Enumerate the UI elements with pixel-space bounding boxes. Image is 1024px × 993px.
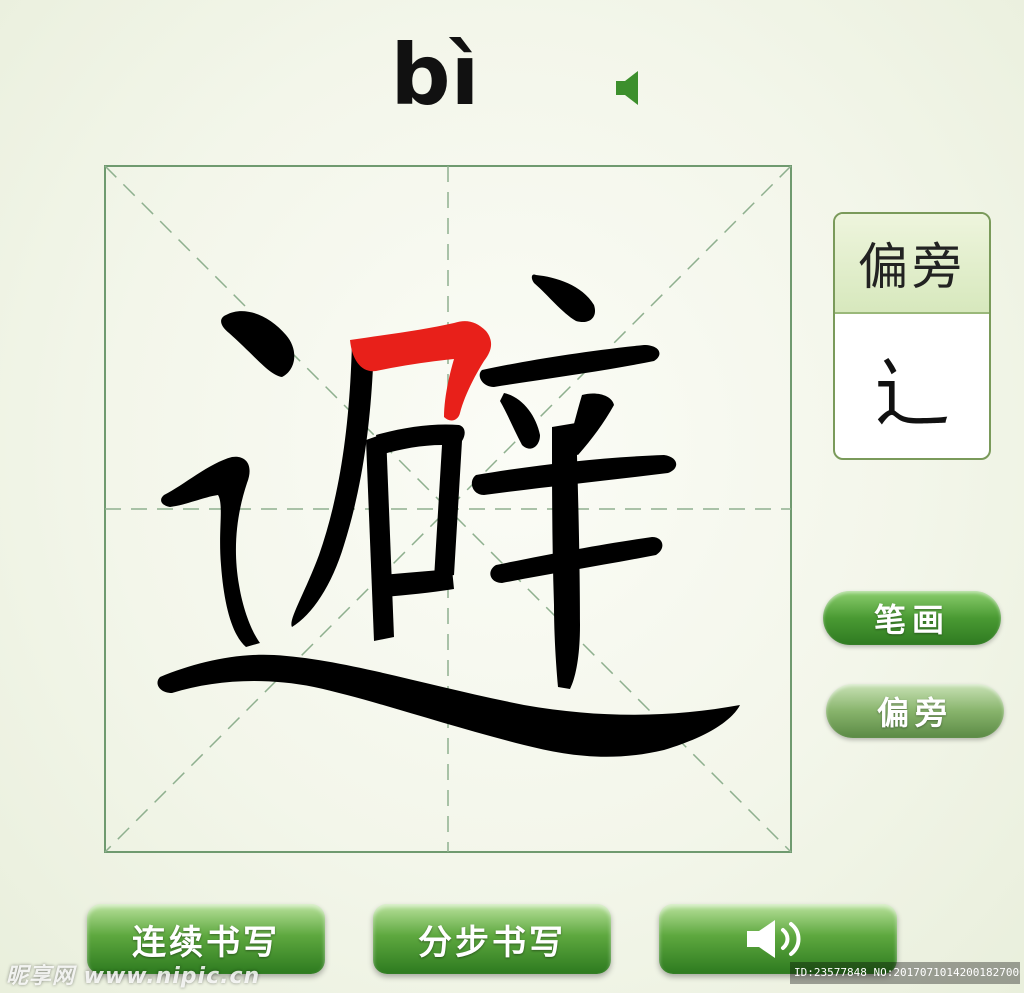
radical-glyph-text: 辶 [874,349,950,438]
step-writing-button[interactable]: 分步书写 [373,904,611,974]
radical-button[interactable]: 偏旁 [826,684,1004,738]
pinyin-label: bì [390,26,480,124]
radical-panel: 偏旁 辶 [833,212,991,460]
writing-grid [104,165,792,853]
speaker-sound-icon [747,920,801,958]
watermark-site: 昵享网 www.nipic.cn [6,964,261,989]
strokes-button[interactable]: 笔画 [823,591,1001,645]
highlighted-stroke [350,321,492,421]
watermark-id: ID:23577848 NO:20170710142001827000 [790,962,1020,984]
radical-panel-title: 偏旁 [835,214,989,314]
pronounce-speaker-button[interactable] [610,68,646,108]
radical-glyph: 辶 [835,314,989,458]
speaker-icon [616,71,638,105]
